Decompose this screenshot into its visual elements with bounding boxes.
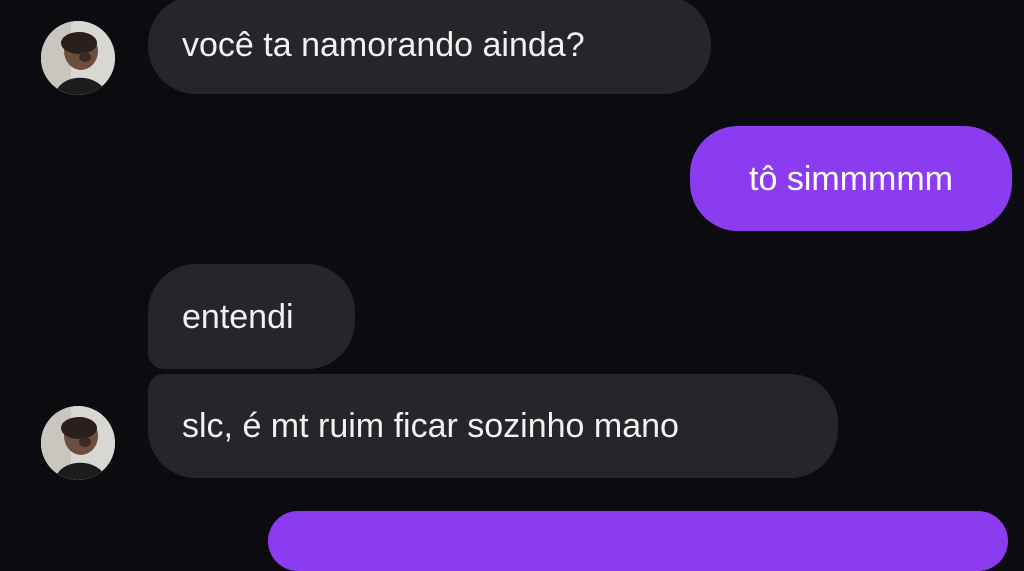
message-text: tô simmmmm bbox=[749, 159, 953, 198]
message-bubble-incoming[interactable]: slc, é mt ruim ficar sozinho mano bbox=[148, 374, 838, 478]
avatar-photo-icon bbox=[41, 21, 115, 95]
message-bubble-incoming[interactable]: entendi bbox=[148, 264, 355, 369]
message-bubble-outgoing[interactable] bbox=[268, 511, 1008, 571]
message-bubble-incoming[interactable]: você ta namorando ainda? bbox=[148, 0, 711, 94]
avatar-photo-icon bbox=[41, 406, 115, 480]
message-text: entendi bbox=[182, 297, 294, 336]
message-bubble-outgoing[interactable]: tô simmmmm bbox=[690, 126, 1012, 231]
contact-avatar[interactable] bbox=[41, 406, 115, 480]
message-text: slc, é mt ruim ficar sozinho mano bbox=[182, 407, 679, 445]
contact-avatar[interactable] bbox=[41, 21, 115, 95]
chat-thread: você ta namorando ainda? tô simmmmm ente… bbox=[0, 0, 1024, 571]
message-text: você ta namorando ainda? bbox=[182, 26, 585, 64]
